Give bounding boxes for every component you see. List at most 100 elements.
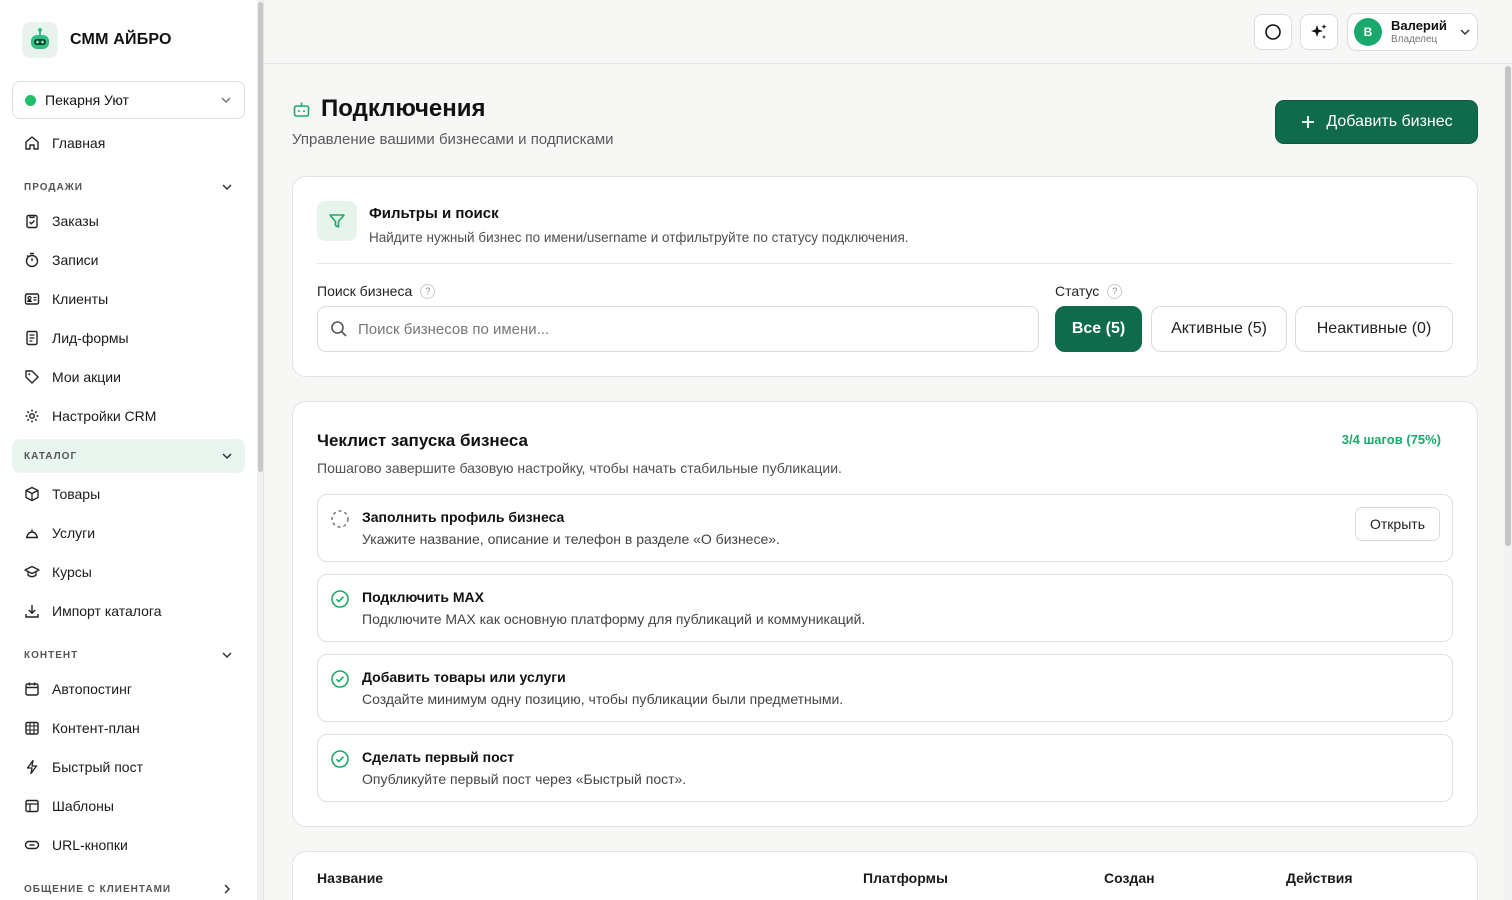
chevron-down-icon — [222, 453, 232, 460]
section-communication-label: ОБЩЕНИЕ С КЛИЕНТАМИ — [24, 883, 172, 895]
sidebar-item-catalog-import[interactable]: Импорт каталога — [12, 594, 245, 628]
sidebar-item-content-plan[interactable]: Контент-план — [12, 711, 245, 745]
column-header-name[interactable]: Название — [317, 870, 383, 886]
sidebar-item-label: Курсы — [52, 564, 92, 580]
section-sales[interactable]: ПРОДАЖИ — [12, 170, 245, 204]
business-selector[interactable]: Пекарня Уют — [12, 81, 245, 119]
filters-title: Фильтры и поиск — [369, 205, 499, 222]
sidebar-item-promos[interactable]: Мои акции — [12, 360, 245, 394]
graduation-cap-icon — [24, 565, 40, 578]
step-description: Подключите MAX как основную платформу дл… — [362, 611, 866, 627]
page-title-row: Подключения — [292, 95, 486, 123]
column-header-created[interactable]: Создан — [1104, 870, 1155, 886]
template-icon — [25, 799, 39, 813]
check-circle-icon — [331, 590, 349, 608]
chevron-down-icon — [221, 97, 231, 104]
sidebar-item-orders[interactable]: Заказы — [12, 204, 245, 238]
clipboard-icon — [26, 214, 38, 229]
sidebar-item-label: Услуги — [52, 525, 96, 541]
checklist-card: Чеклист запуска бизнеса 3/4 шагов (75%) … — [292, 401, 1478, 827]
sidebar-item-autoposting[interactable]: Автопостинг — [12, 672, 245, 706]
checklist-step: Заполнить профиль бизнеса Укажите назван… — [317, 494, 1453, 562]
ai-sparkle-button[interactable] — [1300, 14, 1338, 50]
status-filter-active[interactable]: Активные (5) — [1151, 306, 1287, 352]
open-button[interactable]: Открыть — [1355, 507, 1440, 541]
sidebar-item-lead-forms[interactable]: Лид-формы — [12, 321, 245, 355]
lightning-icon — [26, 759, 38, 775]
status-dot-icon — [25, 94, 36, 106]
section-content[interactable]: КОНТЕНТ — [12, 638, 245, 672]
column-header-platforms[interactable]: Платформы — [863, 870, 948, 886]
brand[interactable]: СММ АЙБРО — [22, 22, 172, 58]
sidebar-item-home[interactable]: Главная — [12, 126, 245, 160]
search-input[interactable] — [358, 320, 998, 338]
add-business-button[interactable]: Добавить бизнес — [1275, 100, 1478, 144]
sidebar-item-label: Заказы — [52, 213, 99, 229]
status-filter-inactive[interactable]: Неактивные (0) — [1295, 306, 1453, 352]
sidebar-scrollbar[interactable] — [257, 0, 264, 900]
check-circle-icon — [331, 750, 349, 768]
sidebar-item-quick-post[interactable]: Быстрый пост — [12, 750, 245, 784]
page-subtitle: Управление вашими бизнесами и подписками — [292, 131, 614, 148]
sidebar-item-services[interactable]: Услуги — [12, 516, 245, 550]
sidebar-item-templates[interactable]: Шаблоны — [12, 789, 245, 823]
help-icon[interactable]: ? — [420, 283, 436, 299]
sparkles-icon — [1311, 24, 1327, 39]
brand-name: СММ АЙБРО — [70, 31, 172, 48]
checklist-title: Чеклист запуска бизнеса — [317, 431, 529, 450]
help-icon[interactable]: ? — [1107, 283, 1123, 299]
link-button-icon — [24, 840, 40, 850]
chevron-down-icon — [1460, 29, 1470, 36]
user-name: Валерий — [1391, 18, 1447, 34]
sidebar-item-label: URL-кнопки — [52, 837, 128, 853]
bot-icon — [293, 102, 310, 117]
sidebar-item-clients[interactable]: Клиенты — [12, 282, 245, 316]
section-catalog[interactable]: КАТАЛОГ — [12, 439, 245, 473]
topbar — [264, 0, 1512, 64]
divider — [317, 263, 1453, 264]
checklist-progress: 3/4 шагов (75%) — [1341, 432, 1441, 447]
main-scrollbar[interactable] — [1504, 64, 1512, 900]
search-field[interactable] — [317, 306, 1039, 352]
search-label-text: Поиск бизнеса — [317, 283, 413, 299]
businesses-table: Название Платформы Создан Действия — [292, 851, 1478, 900]
page-title: Подключения — [321, 95, 486, 122]
status-filter-all[interactable]: Все (5) — [1055, 306, 1142, 352]
chevron-right-icon — [224, 884, 231, 894]
box-icon — [25, 486, 39, 502]
home-icon — [25, 136, 39, 150]
sidebar-item-appointments[interactable]: Записи — [12, 243, 245, 277]
step-description: Опубликуйте первый пост через «Быстрый п… — [362, 771, 687, 787]
avatar: В — [1354, 18, 1382, 46]
calendar-icon — [25, 682, 39, 696]
chevron-down-icon — [222, 184, 232, 191]
main-scrollbar-thumb[interactable] — [1505, 66, 1511, 546]
section-communication[interactable]: ОБЩЕНИЕ С КЛИЕНТАМИ — [12, 872, 245, 900]
robot-logo-icon — [22, 22, 58, 58]
download-icon — [25, 605, 39, 618]
sidebar: СММ АЙБРО Пекарня Уют Главная ПРОДАЖИ За… — [0, 0, 257, 900]
user-role: Владелец — [1391, 33, 1438, 45]
sidebar-item-courses[interactable]: Курсы — [12, 555, 245, 589]
step-description: Укажите название, описание и телефон в р… — [362, 531, 780, 547]
step-description: Создайте минимум одну позицию, чтобы пуб… — [362, 691, 844, 707]
sidebar-item-url-buttons[interactable]: URL-кнопки — [12, 828, 245, 862]
section-catalog-label: КАТАЛОГ — [24, 450, 78, 462]
sidebar-item-label: Клиенты — [52, 291, 109, 307]
user-menu[interactable]: В Валерий Владелец — [1347, 13, 1478, 51]
add-business-label: Добавить бизнес — [1326, 113, 1453, 130]
status-label-text: Статус — [1055, 283, 1100, 299]
sidebar-item-label: Автопостинг — [52, 681, 132, 697]
timer-icon — [25, 252, 39, 268]
sidebar-item-label: Импорт каталога — [52, 603, 162, 619]
sidebar-item-crm-settings[interactable]: Настройки CRM — [12, 399, 245, 433]
sidebar-item-label: Быстрый пост — [52, 759, 143, 775]
filters-description: Найдите нужный бизнес по имени/username … — [369, 230, 909, 245]
circle-button[interactable] — [1254, 14, 1292, 50]
sidebar-scrollbar-thumb[interactable] — [258, 2, 263, 472]
sidebar-item-label: Товары — [52, 486, 101, 502]
sidebar-item-products[interactable]: Товары — [12, 477, 245, 511]
column-header-actions[interactable]: Действия — [1286, 870, 1353, 886]
chevron-down-icon — [222, 652, 232, 659]
section-sales-label: ПРОДАЖИ — [24, 181, 83, 193]
